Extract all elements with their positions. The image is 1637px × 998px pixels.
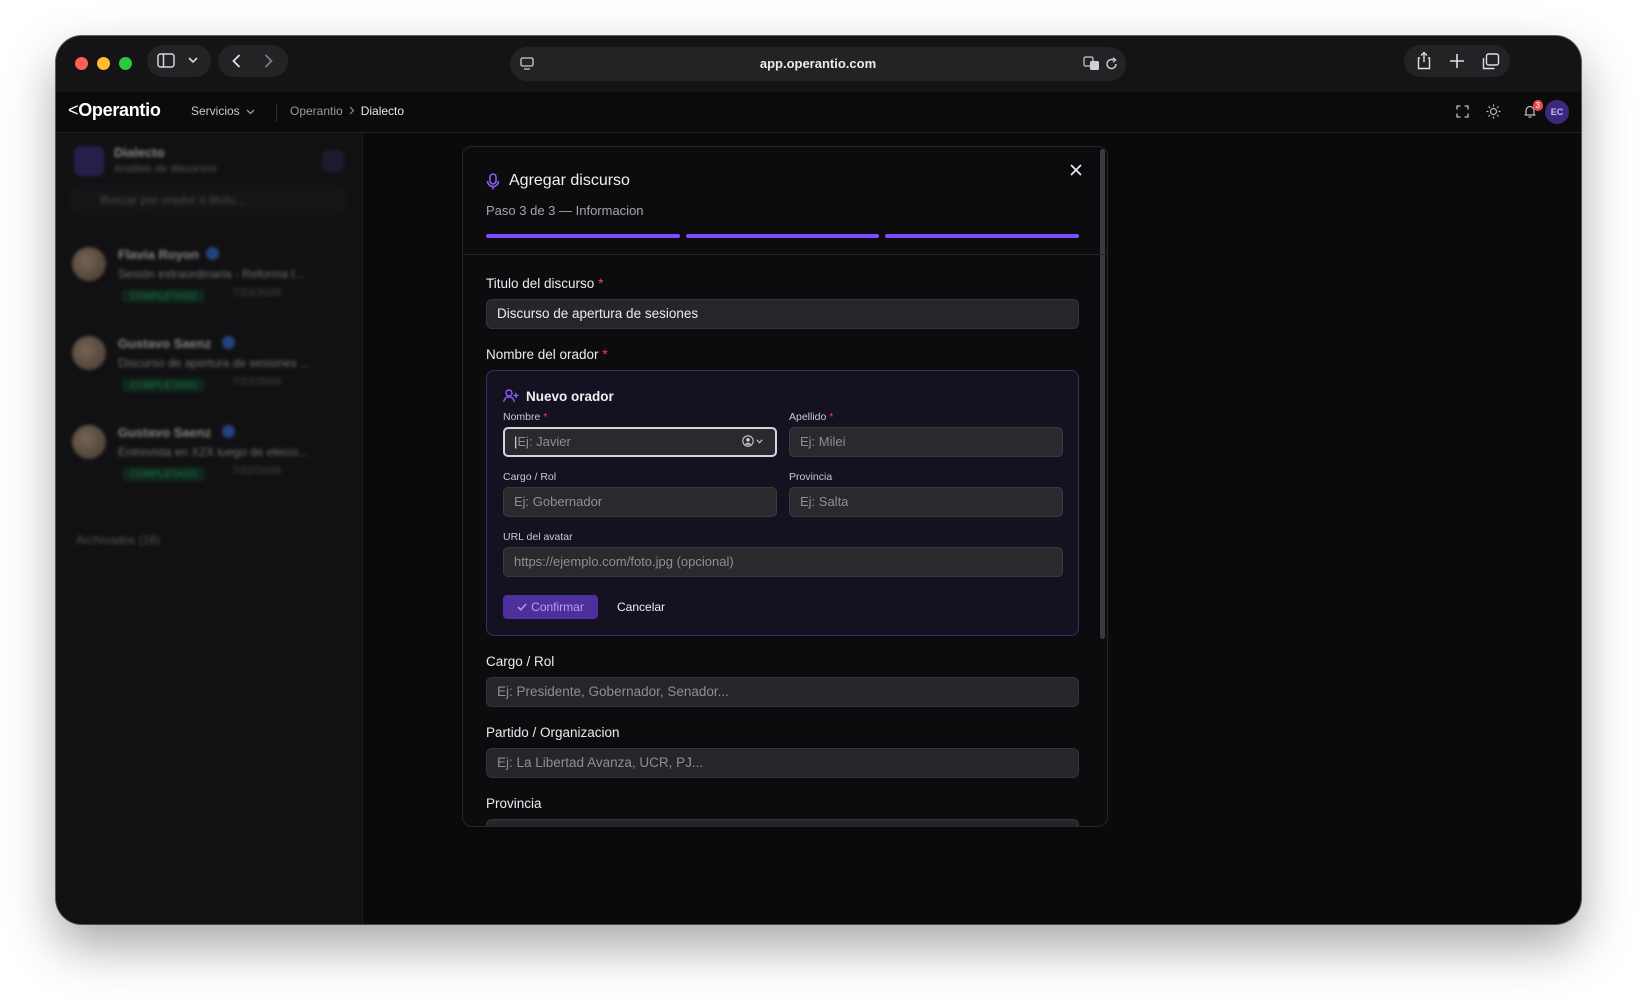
user-plus-icon xyxy=(503,389,519,408)
progress-step-3 xyxy=(885,234,1079,238)
verified-icon xyxy=(222,425,235,438)
list-item[interactable]: Gustavo Saenz Entrevista en X2X luego de… xyxy=(56,411,362,500)
chevron-down-icon xyxy=(246,104,255,118)
new-tab-icon[interactable] xyxy=(1449,53,1465,69)
chevron-right-icon xyxy=(349,104,355,118)
close-window-button[interactable] xyxy=(75,57,88,70)
titulo-input[interactable]: Discurso de apertura de sesiones xyxy=(486,299,1079,329)
history-nav-group xyxy=(218,45,288,77)
orador-label: Nombre del orador * xyxy=(486,347,608,362)
address-bar[interactable]: app.operantio.com xyxy=(510,47,1126,81)
services-menu-label: Servicios xyxy=(191,104,240,118)
new-speaker-card: Nuevo orador Nombre * |Ej: Javier Apelli… xyxy=(486,370,1079,636)
avatar xyxy=(72,425,106,459)
theme-toggle-icon[interactable] xyxy=(1486,104,1501,119)
confirm-label: Confirmar xyxy=(531,600,584,614)
status-badge: COMPLETADO xyxy=(122,289,206,303)
microphone-icon xyxy=(486,173,500,196)
dialog-title: Agregar discurso xyxy=(509,172,630,189)
discourse-date: 7/22/2026 xyxy=(232,376,281,388)
translate-icon[interactable] xyxy=(1083,56,1100,76)
speaker-name: Flavia Royon xyxy=(118,247,199,262)
status-badge: COMPLETADO xyxy=(122,467,206,481)
avatar xyxy=(72,336,106,370)
titulo-label: Titulo del discurso * xyxy=(486,276,604,291)
progress-step-1 xyxy=(486,234,680,238)
verified-icon xyxy=(222,336,235,349)
add-discourse-button[interactable] xyxy=(322,150,344,172)
speaker-name: Gustavo Saenz xyxy=(118,336,212,351)
partido-input[interactable]: Ej: La Libertad Avanza, UCR, PJ... xyxy=(486,748,1079,778)
breadcrumb: Operantio Dialecto xyxy=(290,104,404,118)
discourse-title: Entrevista en X2X luego de elecci... xyxy=(118,445,308,459)
list-item[interactable]: Gustavo Saenz Discurso de apertura de se… xyxy=(56,322,362,411)
provincia-label: Provincia xyxy=(486,796,542,811)
sidebar: Dialecto Analisis de discursos Buscar po… xyxy=(56,133,363,924)
step-indicator: Paso 3 de 3 — Informacion xyxy=(486,203,644,218)
dialog-scrollbar[interactable] xyxy=(1100,149,1105,639)
apellido-label: Apellido * xyxy=(789,411,834,423)
forward-icon[interactable] xyxy=(264,54,273,68)
chevron-down-icon[interactable] xyxy=(188,57,198,64)
autofill-contact-icon[interactable] xyxy=(742,435,763,447)
sidebar-icon[interactable] xyxy=(157,53,175,68)
back-icon[interactable] xyxy=(232,54,241,68)
sidebar-title: Dialecto xyxy=(114,145,165,160)
header-divider xyxy=(276,104,277,122)
reload-icon[interactable] xyxy=(1105,57,1118,76)
discourse-date: 7/22/2026 xyxy=(232,465,281,477)
apellido-input[interactable]: Ej: Milei xyxy=(789,427,1063,457)
avatar xyxy=(72,247,106,281)
discourse-date: 7/22/2026 xyxy=(232,287,281,299)
avatar-url-input[interactable]: https://ejemplo.com/foto.jpg (opcional) xyxy=(503,547,1063,577)
user-avatar[interactable]: EC xyxy=(1545,100,1569,124)
status-badge: COMPLETADO xyxy=(122,378,206,392)
url-text: app.operantio.com xyxy=(759,56,877,71)
discourse-title: Discurso de apertura de sesiones ... xyxy=(118,356,311,370)
new-speaker-title: Nuevo orador xyxy=(526,389,614,404)
share-icon[interactable] xyxy=(1416,51,1432,70)
nombre-input[interactable]: |Ej: Javier xyxy=(503,427,777,457)
notifications-badge: 3 xyxy=(1532,100,1543,111)
browser-window: app.operantio.com <Operantio Servicios O… xyxy=(56,36,1581,924)
confirm-button[interactable]: Confirmar xyxy=(503,595,598,619)
browser-actions xyxy=(1404,45,1510,77)
close-icon[interactable] xyxy=(1067,161,1085,179)
notifications-bell-icon[interactable]: 3 xyxy=(1523,100,1543,119)
tabs-overview-icon[interactable] xyxy=(1482,53,1500,70)
check-icon xyxy=(517,603,527,611)
maximize-window-button[interactable] xyxy=(119,57,132,70)
partido-label: Partido / Organizacion xyxy=(486,725,620,740)
provincia-input[interactable] xyxy=(486,819,1079,826)
cargo-input[interactable]: Ej: Presidente, Gobernador, Senador... xyxy=(486,677,1079,707)
sidebar-toggle-group xyxy=(147,45,211,77)
avatar-url-label: URL del avatar xyxy=(503,531,573,543)
speaker-provincia-input[interactable]: Ej: Salta xyxy=(789,487,1063,517)
breadcrumb-item-dialecto: Dialecto xyxy=(360,104,405,118)
add-discourse-dialog: Agregar discurso Paso 3 de 3 — Informaci… xyxy=(462,146,1108,827)
app-logo[interactable]: <Operantio xyxy=(68,100,161,121)
sidebar-subtitle: Analisis de discursos xyxy=(114,163,217,175)
dialecto-icon xyxy=(74,146,104,176)
progress-step-2 xyxy=(686,234,879,238)
minimize-window-button[interactable] xyxy=(97,57,110,70)
cancel-button[interactable]: Cancelar xyxy=(617,600,665,614)
sidebar-search-input[interactable]: Buscar por orador o titulo... xyxy=(70,185,346,215)
speaker-cargo-label: Cargo / Rol xyxy=(503,471,557,483)
speaker-cargo-input[interactable]: Ej: Gobernador xyxy=(503,487,777,517)
app-header: <Operantio Servicios Operantio Dialecto … xyxy=(56,92,1581,133)
discourse-title: Sesión extraordinaria - Reforma l... xyxy=(118,267,305,281)
verified-icon xyxy=(206,247,219,260)
speaker-name: Gustavo Saenz xyxy=(118,425,212,440)
speaker-provincia-label: Provincia xyxy=(789,471,833,483)
breadcrumb-item-operantio[interactable]: Operantio xyxy=(290,104,343,118)
nombre-label: Nombre * xyxy=(503,411,548,423)
archived-toggle[interactable]: Archivados (16) xyxy=(76,533,160,547)
list-item[interactable]: Flavia Royon Sesión extraordinaria - Ref… xyxy=(56,233,362,322)
services-menu[interactable]: Servicios xyxy=(191,104,255,118)
fullscreen-icon[interactable] xyxy=(1456,105,1469,118)
browser-toolbar: app.operantio.com xyxy=(56,36,1581,92)
cargo-label: Cargo / Rol xyxy=(486,654,555,669)
dialog-divider xyxy=(463,254,1107,255)
